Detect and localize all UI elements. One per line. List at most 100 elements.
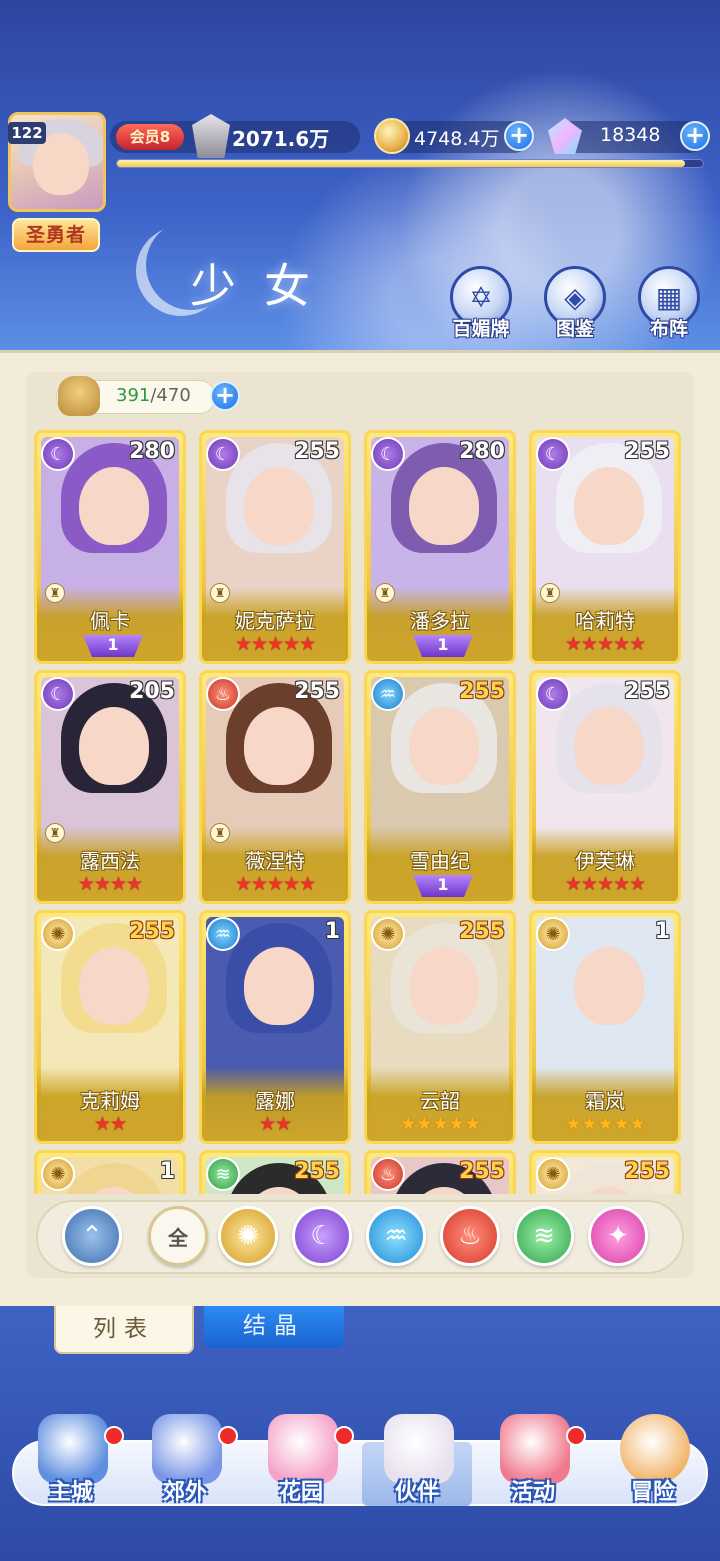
roster-count: 391/470 (116, 385, 191, 406)
character-name: 露娜 (255, 1089, 295, 1113)
character-card[interactable]: ☾ 255 ♜ 妮克萨拉 ★★★★★ (199, 430, 351, 664)
nav-label: 活动 (510, 1480, 555, 1505)
star-icon: ★ (275, 1113, 292, 1135)
portrait-face (574, 947, 644, 1025)
moon-element-icon: ☾ (536, 437, 570, 471)
portrait-face (79, 947, 149, 1025)
rook-role-icon: ♜ (210, 583, 230, 603)
water-element-icon: ♒ (371, 677, 405, 711)
star-icon: ★ (596, 633, 614, 655)
filter-fire-icon[interactable]: ♨ (440, 1206, 500, 1266)
fire-element-icon: ♨ (371, 1157, 405, 1191)
character-level: 1 (324, 919, 340, 944)
character-name: 薇涅特 (245, 849, 305, 873)
notification-dot (104, 1426, 124, 1446)
nav-main-city[interactable]: 主城 (16, 1414, 126, 1514)
star-icon: ★ (580, 1113, 598, 1135)
star-rating: ★★★★ (37, 873, 183, 895)
character-card[interactable]: ☾ 280 ♜ 佩卡 1 (34, 430, 186, 664)
add-gold-button[interactable]: + (504, 121, 534, 151)
awaken-tier-badge: 1 (413, 875, 473, 897)
element-filter-bar (36, 1200, 684, 1274)
star-icon: ★ (448, 1113, 465, 1135)
nav-partners[interactable]: 伙伴 (362, 1414, 472, 1514)
nav-events[interactable]: 活动 (478, 1414, 588, 1514)
character-level: 255 (459, 1159, 505, 1184)
star-icon: ★ (266, 873, 284, 895)
character-card[interactable]: ♨ 255 ♜ 薇涅特 ★★★★★ (199, 670, 351, 904)
filter-star-icon[interactable]: ✦ (588, 1206, 648, 1266)
player-title-badge[interactable]: 圣勇者 (12, 218, 100, 252)
star-icon: ★ (258, 1113, 276, 1135)
character-level: 255 (459, 679, 505, 704)
formation-label: 布阵 (649, 318, 688, 340)
character-card[interactable]: ☾ 205 ♜ 露西法 ★★★★ (34, 670, 186, 904)
character-card[interactable]: ♒ 1 露娜 ★★ (199, 910, 351, 1144)
star-icon: ★ (564, 873, 582, 895)
star-icon: ★ (613, 873, 630, 895)
portrait-face (574, 707, 644, 785)
character-level: 1 (159, 1159, 175, 1184)
gold-coin-icon (374, 118, 410, 154)
character-card[interactable]: ✺ 255 (529, 1150, 681, 1194)
star-icon: ★ (464, 1113, 481, 1135)
portrait-face (79, 707, 149, 785)
formation-button[interactable]: ▦ 布阵 (634, 266, 704, 341)
water-element-icon: ♒ (206, 917, 240, 951)
star-icon: ★ (250, 873, 268, 895)
character-card[interactable]: ☾ 255 ♜ 哈莉特 ★★★★★ (529, 430, 681, 664)
character-card[interactable]: ✺ 1 (34, 1150, 186, 1194)
character-card[interactable]: ✺ 255 克莉姆 ★★ (34, 910, 186, 1144)
moon-element-icon: ☾ (206, 437, 240, 471)
character-level: 205 (129, 679, 175, 704)
codex-button[interactable]: ◈ 图鉴 (540, 266, 610, 341)
roster-bag-icon (58, 376, 100, 416)
collection-cards-button[interactable]: ✡ 百媚牌 (446, 266, 516, 341)
filter-sun-icon[interactable]: ✺ (218, 1206, 278, 1266)
tab-crystal[interactable]: 结晶 (204, 1306, 344, 1348)
character-level: 280 (129, 439, 175, 464)
moon-element-icon: ☾ (41, 437, 75, 471)
character-name: 克莉姆 (80, 1089, 140, 1113)
star-icon: ★ (283, 633, 300, 655)
add-gems-button[interactable]: + (680, 121, 710, 151)
gem-amount: 18348 (600, 124, 661, 146)
filter-wind-icon[interactable]: ≋ (514, 1206, 574, 1266)
portrait-face (244, 947, 314, 1025)
vip-badge[interactable]: 会员8 (116, 124, 184, 150)
character-level: 255 (294, 439, 340, 464)
expand-roster-button[interactable]: + (210, 381, 240, 411)
character-level: 255 (294, 1159, 340, 1184)
star-icon: ★ (93, 1113, 111, 1135)
character-level: 255 (294, 679, 340, 704)
character-card[interactable]: ♒ 255 雪由纪 1 (364, 670, 516, 904)
star-icon: ★ (110, 873, 127, 895)
portrait-face (409, 947, 479, 1025)
character-card[interactable]: ≋ 255 (199, 1150, 351, 1194)
header-background-art (0, 0, 720, 350)
character-name: 伊芙琳 (575, 849, 635, 873)
character-card[interactable]: ✺ 255 云韶 ★★★★★ (364, 910, 516, 1144)
filter-water-icon[interactable]: ♒ (366, 1206, 426, 1266)
nav-adventure[interactable]: 冒险 (598, 1414, 708, 1514)
star-icon: ★ (596, 873, 614, 895)
filter-all-button[interactable]: 全 (148, 1206, 208, 1266)
character-card[interactable]: ♨ 255 (364, 1150, 516, 1194)
nav-garden[interactable]: 花园 (246, 1414, 356, 1514)
filter-moon-icon[interactable]: ☾ (292, 1206, 352, 1266)
character-level: 255 (129, 919, 175, 944)
character-card[interactable]: ☾ 255 伊芙琳 ★★★★★ (529, 670, 681, 904)
tab-list[interactable]: 列表 (54, 1306, 194, 1354)
character-card[interactable]: ✺ 1 霜岚 ★★★★★ (529, 910, 681, 1144)
character-name: 佩卡 (90, 609, 130, 633)
nav-outskirts[interactable]: 郊外 (130, 1414, 240, 1514)
star-icon: ★ (431, 1113, 449, 1135)
nav-label: 郊外 (162, 1480, 207, 1505)
character-level: 255 (624, 439, 670, 464)
character-card[interactable]: ☾ 280 ♜ 潘多拉 1 (364, 430, 516, 664)
collection-cards-label: 百媚牌 (452, 318, 510, 340)
codex-label: 图鉴 (555, 318, 594, 340)
sort-icon[interactable]: ⌃ (62, 1206, 122, 1266)
character-name: 妮克萨拉 (235, 609, 315, 633)
star-rating: ★★★★★ (532, 873, 678, 895)
